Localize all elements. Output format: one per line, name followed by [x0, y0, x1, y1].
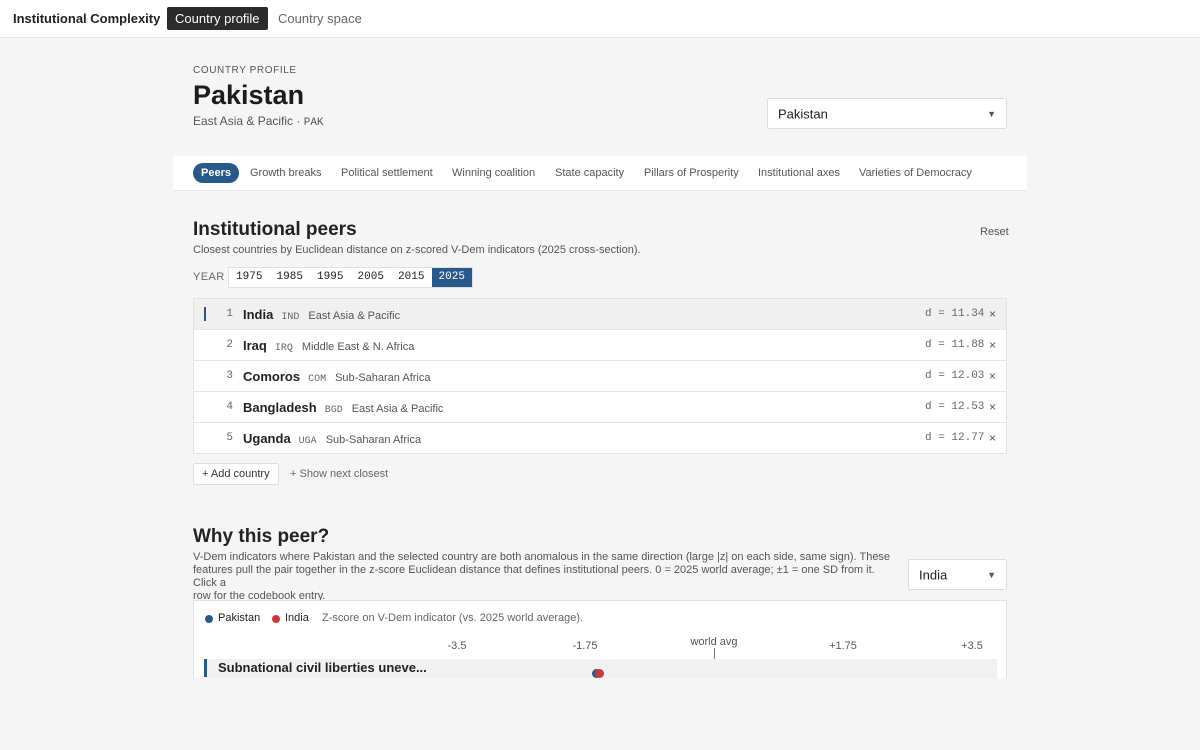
year-1975[interactable]: 1975 [229, 268, 270, 287]
app-brand[interactable]: Institutional Complexity [13, 11, 160, 26]
peer-distance: d = 12.53 [925, 401, 985, 413]
year-label: YEAR [193, 271, 225, 283]
peer-rank: 3 [226, 370, 233, 382]
peer-name: Iraq [243, 338, 267, 353]
peer-iso: BGD [324, 405, 343, 416]
chevron-down-icon: ▼ [987, 569, 996, 580]
year-1995[interactable]: 1995 [310, 268, 351, 287]
country-region: East Asia & Pacific · [193, 114, 304, 128]
peer-name-group: Comoros COM Sub-Saharan Africa [243, 369, 430, 385]
peers-heading: Institutional peers [193, 219, 357, 240]
peer-row[interactable]: 5 Uganda UGA Sub-Saharan Africa d = 12.77 … [194, 423, 1006, 454]
tab-pillars-of-prosperity[interactable]: Pillars of Prosperity [636, 163, 747, 183]
peer-name: Uganda [243, 431, 291, 446]
peer-region: Sub-Saharan Africa [325, 434, 422, 446]
peer-select[interactable]: India ▼ [908, 559, 1007, 590]
peer-iso: COM [308, 374, 327, 385]
show-next-closest-button[interactable]: + Show next closest [290, 468, 388, 480]
peer-row[interactable]: 2 Iraq IRQ Middle East & N. Africa d = 11.… [194, 330, 1006, 361]
top-nav: Institutional Complexity Country profile… [0, 0, 1200, 38]
peer-iso: IND [281, 312, 300, 323]
country-iso: PAK [303, 117, 324, 129]
country-select[interactable]: Pakistan ▼ [767, 98, 1007, 129]
tab-state-capacity[interactable]: State capacity [547, 163, 632, 183]
remove-peer-icon[interactable]: × [989, 369, 996, 383]
tab-peers[interactable]: Peers [193, 163, 239, 183]
peer-distance: d = 11.34 [925, 308, 985, 320]
section-tabs: Peers Growth breaks Political settlement… [173, 156, 1027, 191]
peer-distance: d = 12.03 [925, 370, 985, 382]
peer-row[interactable]: 4 Bangladesh BGD East Asia & Pacific d = 1… [194, 392, 1006, 423]
pakistan-legend-dot [205, 615, 213, 623]
tab-political-settlement[interactable]: Political settlement [333, 163, 441, 183]
description-line: features pull the pair together in the z… [193, 564, 875, 589]
remove-peer-icon[interactable]: × [989, 338, 996, 352]
peer-list: 1 India IND East Asia & Pacific d = 11.34 … [193, 298, 1007, 454]
indicator-label: Subnational civil liberties uneve... [218, 660, 427, 675]
why-peer-heading: Why this peer? [193, 526, 330, 547]
tab-varieties-of-democracy[interactable]: Varieties of Democracy [851, 163, 980, 183]
remove-peer-icon[interactable]: × [989, 307, 996, 321]
peer-distance: d = 12.77 [925, 432, 985, 444]
tab-country-profile[interactable]: Country profile [167, 7, 268, 30]
peer-row[interactable]: 1 India IND East Asia & Pacific d = 11.34 … [194, 299, 1006, 330]
why-peer-description: V-Dem indicators where Pakistan and the … [193, 551, 893, 603]
peer-rank: 2 [226, 339, 233, 351]
india-legend-dot [272, 615, 280, 623]
tab-growth-breaks[interactable]: Growth breaks [242, 163, 330, 183]
remove-peer-icon[interactable]: × [989, 400, 996, 414]
peer-name: India [243, 307, 274, 322]
axis-tick: -3.5 [447, 640, 467, 652]
peer-rank: 1 [226, 308, 233, 320]
row-marker [204, 659, 207, 677]
page-title: Pakistan [193, 80, 305, 110]
peer-distance: d = 11.88 [925, 339, 985, 351]
legend-note: Z-score on V-Dem indicator (vs. 2025 wor… [322, 612, 584, 624]
year-2015[interactable]: 2015 [391, 268, 432, 287]
zscore-panel: Pakistan India Z-score on V-Dem indicato… [193, 600, 1007, 678]
peer-rank: 4 [226, 401, 233, 413]
peer-iso: UGA [298, 436, 317, 447]
year-1985[interactable]: 1985 [270, 268, 311, 287]
peer-select-value: India [919, 567, 948, 582]
description-line: V-Dem indicators where Pakistan and the … [193, 551, 891, 563]
peer-name-group: Uganda UGA Sub-Saharan Africa [243, 431, 421, 447]
country-select-value: Pakistan [778, 106, 828, 121]
axis-tick: +1.75 [829, 640, 857, 652]
peer-region: Middle East & N. Africa [301, 341, 415, 353]
remove-peer-icon[interactable]: × [989, 431, 996, 445]
axis-tick: -1.75 [572, 640, 598, 652]
add-country-button[interactable]: + Add country [193, 463, 279, 485]
peer-iso: IRQ [274, 343, 293, 354]
reset-button[interactable]: Reset [980, 226, 1009, 238]
peer-region: East Asia & Pacific [308, 310, 401, 322]
peer-row[interactable]: 3 Comoros COM Sub-Saharan Africa d = 12.03… [194, 361, 1006, 392]
legend-pakistan: Pakistan [218, 612, 261, 624]
tab-country-space[interactable]: Country space [270, 7, 370, 30]
peer-region: Sub-Saharan Africa [335, 372, 431, 384]
peer-rank: 5 [226, 432, 233, 444]
peers-subtitle: Closest countries by Euclidean distance … [193, 244, 641, 256]
india-zscore-dot [595, 669, 605, 678]
tab-institutional-axes[interactable]: Institutional axes [750, 163, 848, 183]
legend-india: India [285, 612, 309, 624]
peer-name: Bangladesh [243, 400, 317, 415]
tab-winning-coalition[interactable]: Winning coalition [444, 163, 543, 183]
peer-region: East Asia & Pacific [351, 403, 444, 415]
year-2005[interactable]: 2005 [351, 268, 392, 287]
indicator-row[interactable]: Subnational civil liberties uneve... [204, 659, 997, 678]
page-eyebrow: COUNTRY PROFILE [193, 65, 297, 76]
peer-name-group: Iraq IRQ Middle East & N. Africa [243, 338, 414, 354]
selection-marker [204, 307, 206, 321]
peer-name: Comoros [243, 369, 301, 384]
year-2025[interactable]: 2025 [431, 268, 472, 287]
axis-tick: +3.5 [961, 640, 983, 652]
world-average-label: world avg [690, 636, 738, 648]
country-subtitle: East Asia & Pacific · PAK [193, 114, 324, 129]
chevron-down-icon: ▼ [987, 108, 996, 119]
peer-name-group: India IND East Asia & Pacific [243, 307, 400, 323]
year-selector: 1975 1985 1995 2005 2015 2025 [228, 267, 473, 288]
peer-name-group: Bangladesh BGD East Asia & Pacific [243, 400, 443, 416]
